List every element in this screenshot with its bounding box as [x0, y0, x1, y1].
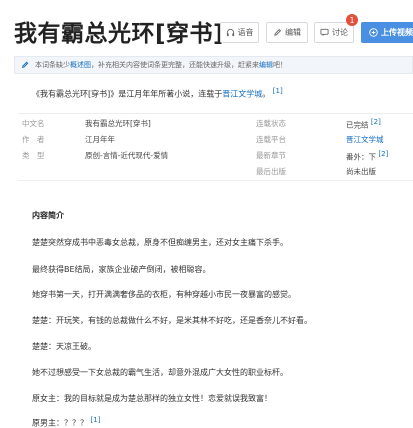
pencil-icon: [274, 28, 282, 36]
synopsis-paragraph: 最终获得BE结局，家族企业破产倒闭，被相聪容。: [32, 265, 211, 274]
synopsis-paragraph: 楚楚：天凉王破。: [32, 342, 96, 351]
info-label-chinese-name: 中文名: [22, 119, 45, 128]
info-label-author: 作 者: [22, 135, 45, 144]
info-value-published: 尚未出版: [346, 167, 376, 176]
page-title: 我有霸总光环[穿书]: [14, 21, 225, 47]
missing-image-notice: 本词条缺少 概述图 ，补充相关内容使词条更完整，还能快速升级，赶紧来 编辑 吧！: [14, 56, 413, 74]
add-icon: [369, 28, 378, 37]
pencil-icon: [21, 61, 29, 69]
reference-link[interactable]: [1]: [91, 416, 101, 424]
synopsis-paragraph: 楚楚：开玩笑，有钱的总裁做什么不好，是米其林不好吃，还是香奈儿不好看。: [32, 316, 312, 325]
discuss-label: 讨论: [332, 28, 348, 37]
headphones-icon: [226, 28, 234, 37]
summary-text: 《我有霸总光环[穿书]》是江月年年所著小说，连载于: [32, 89, 223, 99]
basic-info-box: 中文名 我有霸总光环[穿书] 连载状态 已完结 [2] 作 者 江月年年 连载平…: [18, 113, 413, 181]
info-label-latest-chapter: 最新章节: [256, 151, 286, 160]
info-value-chinese-name: 我有霸总光环[穿书]: [85, 119, 151, 128]
voice-button[interactable]: 语音: [220, 22, 259, 43]
reference-link[interactable]: [2]: [378, 150, 388, 158]
notice-text-end: 吧！: [273, 61, 287, 69]
chat-icon: [320, 28, 329, 37]
info-value-genre: 原创-言情-近代现代-爱情: [85, 151, 169, 160]
synopsis-paragraph: 楚楚突然穿成书中恶毒女总裁，原身不但痴缠男主，还对女主痛下杀手。: [32, 238, 288, 247]
summary-text-end: 。: [262, 89, 271, 99]
upload-video-button[interactable]: 上传视频: [361, 22, 413, 43]
info-label-status: 连载状态: [256, 119, 286, 128]
reference-link[interactable]: [2]: [371, 118, 381, 126]
upload-label: 上传视频: [381, 28, 413, 37]
synopsis-paragraph-text: 原男主：？？？: [32, 418, 88, 428]
notice-link-edit[interactable]: 编辑: [259, 60, 273, 70]
synopsis-paragraph: 原女主：我的目标就是成为楚总那样的独立女性！恋爱就误我致富！: [32, 394, 272, 403]
info-value-status: 已完结 [2]: [346, 118, 381, 131]
info-value-latest-chapter: 番外：下 [2]: [346, 150, 388, 163]
synopsis-paragraph: 她不过想感受一下女总裁的霸气生活，却意外混成广大女性的职业标杆。: [32, 368, 288, 377]
discuss-count-badge: 1: [346, 14, 358, 26]
synopsis-paragraph-last: 原男主：？？？ [1]: [32, 416, 100, 428]
voice-label: 语音: [237, 28, 254, 37]
info-value-status-text: 已完结: [346, 120, 369, 130]
notice-link-overview[interactable]: 概述图: [70, 60, 91, 70]
edit-button[interactable]: 编辑: [266, 22, 308, 43]
info-value-latest-chapter-text: 番外：下: [346, 152, 376, 162]
summary-link-jjwxc[interactable]: 晋江文学城: [222, 90, 262, 99]
notice-text-middle: ，补充相关内容使词条更完整，还能快速升级，赶紧来: [91, 61, 259, 69]
synopsis-paragraph: 她穿书第一天，打开满满奢侈品的衣柜，有种穿越小市民一夜暴富的感觉。: [32, 290, 296, 299]
info-label-platform: 连载平台: [256, 135, 286, 144]
info-label-genre: 类 型: [22, 151, 45, 160]
reference-link[interactable]: [1]: [273, 87, 283, 95]
section-title-synopsis: 内容简介: [32, 211, 64, 220]
edit-label: 编辑: [285, 28, 301, 37]
notice-text: 本词条缺少: [35, 61, 70, 69]
info-label-published: 最后出版: [256, 167, 286, 176]
info-value-author: 江月年年: [85, 135, 115, 144]
summary: 《我有霸总光环[穿书]》是江月年年所著小说，连载于晋江文学城。 [1]: [32, 87, 283, 100]
info-value-platform-link[interactable]: 晋江文学城: [346, 134, 384, 145]
